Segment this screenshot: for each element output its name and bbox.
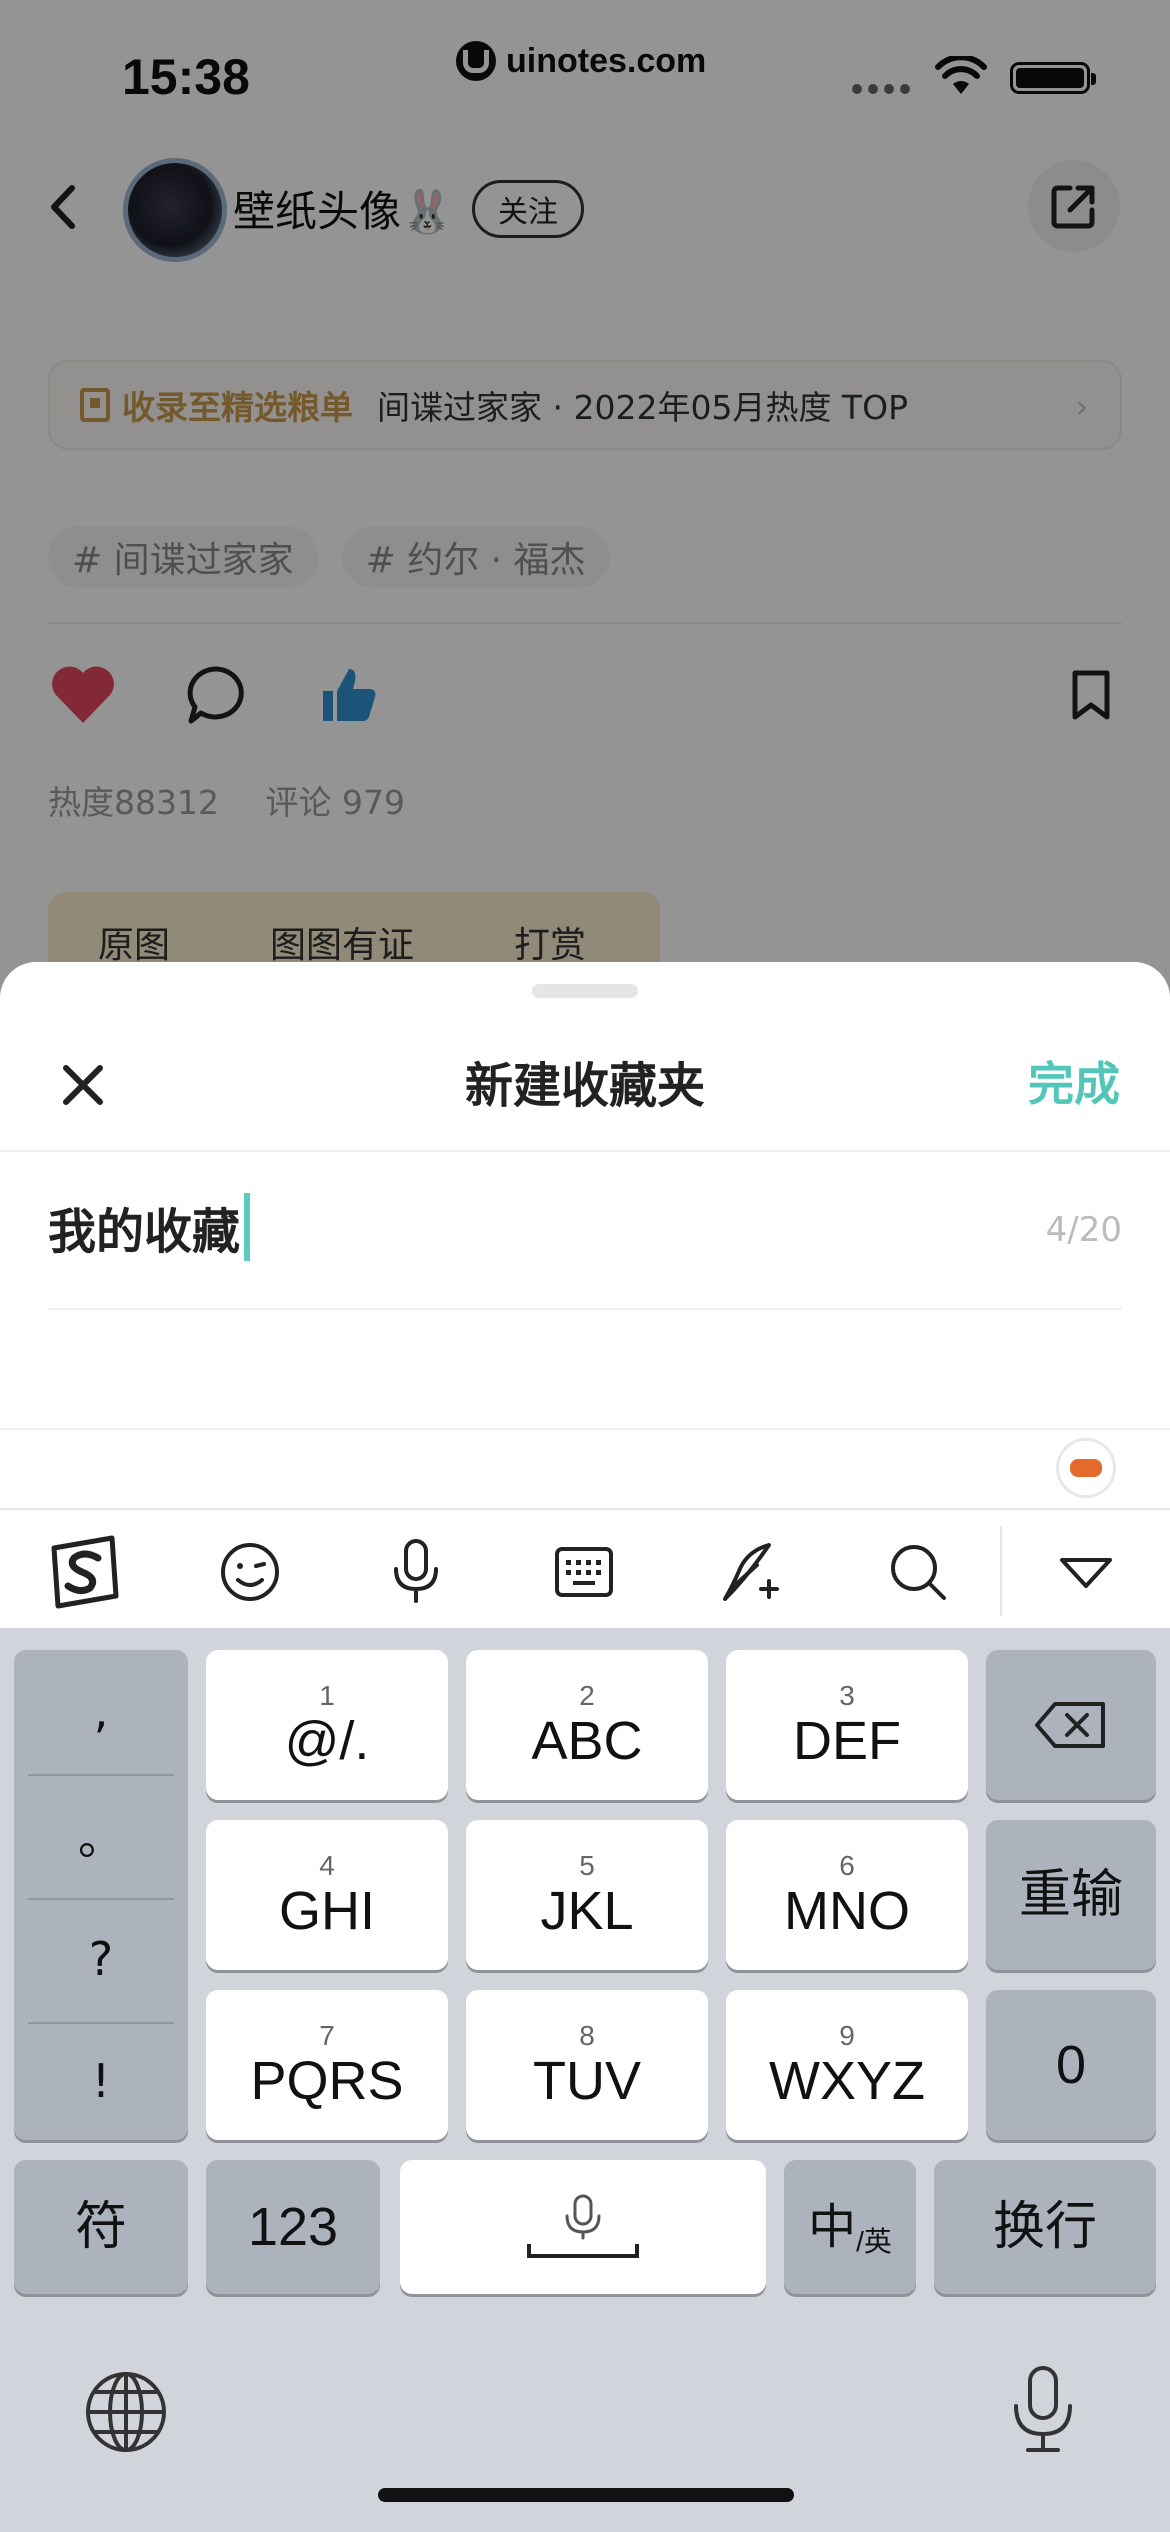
key-label: 123 [247,2197,339,2257]
punct-period-key[interactable]: 。 [14,1774,188,1896]
search-icon [891,1545,946,1600]
folder-name-value: 我的收藏 [48,1204,241,1260]
lang-main-label: 中 [808,2199,857,2255]
t9-keyboard: , 。 ? ! 1 @/. 2 ABC 3 DEF 4 GHI 5 JKL 6 … [0,1628,1170,2532]
key-6[interactable]: 6 MNO [726,1820,968,1970]
numbers-key[interactable]: 123 [206,2160,380,2294]
return-key[interactable]: 换行 [934,2160,1156,2294]
keyboard-mascot-icon[interactable] [1056,1438,1116,1498]
sheet-title: 新建收藏夹 [464,1058,705,1114]
divider [0,1150,1170,1152]
key-number: 1 [319,1680,335,1711]
key-number: 4 [319,1850,335,1881]
key-number: 9 [839,2020,855,2051]
key-number: 7 [319,2020,335,2051]
key-label: 换行 [992,2197,1097,2257]
key-4[interactable]: 4 GHI [206,1820,448,1970]
key-number: 2 [579,1680,595,1711]
divider [48,1308,1122,1310]
globe-icon[interactable] [84,2370,168,2454]
key-number: 8 [579,2020,595,2051]
sogou-logo-button[interactable] [42,1530,126,1614]
triangle-down-icon [1060,1558,1112,1588]
key-label: WXYZ [769,2051,925,2111]
home-indicator[interactable] [378,2488,794,2502]
key-label: ABC [531,1711,643,1771]
search-button[interactable] [876,1530,960,1614]
punct-comma-key[interactable]: , [14,1650,188,1772]
dictation-microphone-icon[interactable] [1008,2364,1078,2456]
voice-input-button[interactable] [374,1530,458,1614]
microphone-icon [394,1539,438,1603]
key-label: TUV [533,2051,641,2111]
space-key[interactable] [400,2160,766,2294]
language-switch-key[interactable]: 中 /英 [784,2160,916,2294]
space-mic-icon [527,2194,639,2258]
keyboard-switch-button[interactable] [542,1530,626,1614]
backspace-icon [1035,1702,1105,1748]
key-label: PQRS [250,2051,404,2111]
key-8[interactable]: 8 TUV [466,1990,708,2140]
feather-pen-icon [723,1543,779,1601]
smiley-icon [221,1543,279,1601]
toolbar-separator [1000,1526,1002,1616]
sogou-logo-icon [51,1535,119,1609]
key-number: 3 [839,1680,855,1711]
done-button[interactable]: 完成 [1028,1048,1120,1114]
char-counter: 4/20 [1045,1210,1122,1250]
key-number: 6 [839,1850,855,1881]
punctuation-column: , 。 ? ! [14,1650,188,2140]
key-number: 5 [579,1850,595,1881]
key-label: 0 [1055,2035,1087,2095]
key-label: 符 [74,2197,127,2257]
key-2[interactable]: 2 ABC [466,1650,708,1800]
modal-dim-overlay[interactable] [0,0,1170,1000]
emoji-button[interactable] [208,1530,292,1614]
symbol-key[interactable]: 符 [14,2160,188,2294]
divider [0,1428,1170,1430]
sheet-grabber[interactable] [532,984,638,998]
punct-exclaim-key[interactable]: ! [14,2020,188,2142]
reset-key[interactable]: 重输 [986,1820,1156,1970]
key-3[interactable]: 3 DEF [726,1650,968,1800]
key-1[interactable]: 1 @/. [206,1650,448,1800]
key-9[interactable]: 9 WXYZ [726,1990,968,2140]
key-label: DEF [793,1711,901,1771]
text-caret [244,1193,251,1261]
key-label: GHI [278,1881,375,1941]
hide-keyboard-button[interactable] [1044,1530,1128,1614]
key-label: JKL [540,1881,634,1941]
folder-name-input[interactable]: 我的收藏 [48,1192,251,1262]
key-label: 重输 [1018,1865,1123,1925]
backspace-key[interactable] [986,1650,1156,1800]
key-label: @/. [284,1711,370,1771]
punct-question-key[interactable]: ? [14,1898,188,2020]
key-0[interactable]: 0 [986,1990,1156,2140]
key-5[interactable]: 5 JKL [466,1820,708,1970]
handwriting-button[interactable] [710,1530,794,1614]
lang-sub-label: /英 [856,2226,892,2257]
key-7[interactable]: 7 PQRS [206,1990,448,2140]
key-label: MNO [784,1881,910,1941]
keyboard-icon [555,1547,613,1597]
keyboard-toolbar [0,1508,1170,1628]
